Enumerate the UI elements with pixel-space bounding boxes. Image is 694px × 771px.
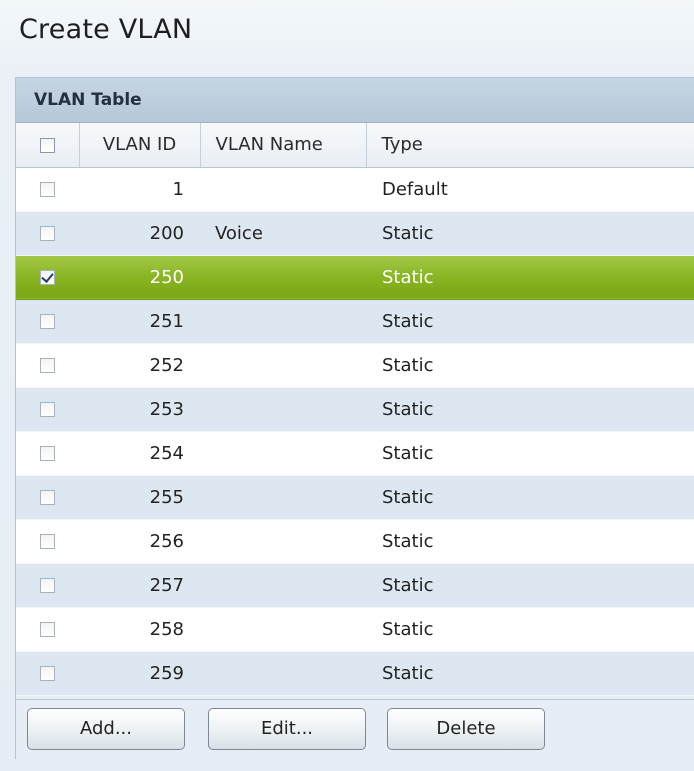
table-row[interactable]: 200 Voice Static [16,211,694,256]
vlan-table-body: 1 Default 200 Voice Static 250 Static 251 Static… [16,167,694,696]
vlan-type-cell: Static [366,255,694,300]
table-row[interactable]: 250 Static [16,255,694,300]
vlan-type-cell: Static [366,343,694,388]
select-all-header [16,123,80,168]
table-row[interactable]: 259 Static [16,651,694,696]
vlan-id-cell: 254 [79,431,200,476]
vlan-table-panel: VLAN Table VLAN ID VLAN Name Type 1 Defau… [15,77,694,759]
row-select-cell [16,607,79,652]
vlan-table-title: VLAN Table [16,78,694,123]
vlan-type-cell: Static [366,299,694,344]
table-row[interactable]: 255 Static [16,475,694,520]
table-row[interactable]: 257 Static [16,563,694,608]
vlan-name-cell [200,343,366,388]
row-select-cell [16,651,79,696]
row-select-cell [16,431,79,476]
row-select-cell [16,387,79,432]
table-header-row: VLAN ID VLAN Name Type [16,123,694,168]
vlan-name-cell [200,431,366,476]
row-checkbox[interactable] [40,622,55,637]
vlan-type-cell: Static [366,475,694,520]
vlan-id-cell: 258 [79,607,200,652]
row-checkbox[interactable] [40,534,55,549]
vlan-type-cell: Static [366,431,694,476]
row-select-cell [16,255,79,300]
vlan-id-cell: 251 [79,299,200,344]
page-title: Create VLAN [19,14,193,45]
row-select-cell [16,563,79,608]
row-checkbox[interactable] [40,402,55,417]
column-header-type[interactable]: Type [366,123,694,168]
vlan-type-cell: Static [366,607,694,652]
vlan-name-cell [200,299,366,344]
row-checkbox[interactable] [40,490,55,505]
vlan-name-cell [200,255,366,300]
vlan-type-cell: Static [366,387,694,432]
row-select-cell [16,211,79,256]
row-checkbox[interactable] [40,666,55,681]
column-header-vlan-id[interactable]: VLAN ID [79,123,201,168]
column-header-vlan-name[interactable]: VLAN Name [200,123,367,168]
vlan-type-cell: Static [366,651,694,696]
button-bar: Add... Edit... Delete [16,699,694,759]
vlan-type-cell: Static [366,519,694,564]
vlan-name-cell [200,651,366,696]
vlan-id-cell: 256 [79,519,200,564]
row-select-cell [16,343,79,388]
vlan-type-cell: Static [366,211,694,256]
row-select-cell [16,519,79,564]
table-row[interactable]: 252 Static [16,343,694,388]
row-checkbox[interactable] [40,182,55,197]
row-checkbox[interactable] [40,314,55,329]
vlan-name-cell [200,167,366,212]
vlan-name-cell [200,519,366,564]
vlan-id-cell: 250 [79,255,200,300]
row-checkbox[interactable] [40,226,55,241]
row-checkbox[interactable] [40,358,55,373]
table-row[interactable]: 254 Static [16,431,694,476]
vlan-type-cell: Default [366,167,694,212]
vlan-id-cell: 1 [79,167,200,212]
table-row[interactable]: 258 Static [16,607,694,652]
vlan-id-cell: 252 [79,343,200,388]
table-row[interactable]: 256 Static [16,519,694,564]
add-button[interactable]: Add... [27,708,185,750]
edit-button[interactable]: Edit... [208,708,366,750]
vlan-id-cell: 255 [79,475,200,520]
table-row[interactable]: 253 Static [16,387,694,432]
vlan-id-cell: 259 [79,651,200,696]
row-checkbox[interactable] [40,446,55,461]
row-checkbox[interactable] [40,578,55,593]
row-select-cell [16,299,79,344]
vlan-name-cell [200,607,366,652]
vlan-name-cell [200,563,366,608]
row-select-cell [16,475,79,520]
page: Create VLAN VLAN Table VLAN ID VLAN Name… [0,0,694,771]
delete-button[interactable]: Delete [387,708,545,750]
table-row[interactable]: 251 Static [16,299,694,344]
vlan-table: VLAN ID VLAN Name Type 1 Default 200 Voice S… [16,123,694,696]
vlan-type-cell: Static [366,563,694,608]
vlan-name-cell: Voice [200,211,366,256]
vlan-id-cell: 253 [79,387,200,432]
vlan-id-cell: 200 [79,211,200,256]
vlan-id-cell: 257 [79,563,200,608]
vlan-name-cell [200,387,366,432]
vlan-name-cell [200,475,366,520]
row-checkbox[interactable] [40,270,55,285]
select-all-checkbox[interactable] [39,137,55,153]
row-select-cell [16,167,79,212]
table-row[interactable]: 1 Default [16,167,694,212]
